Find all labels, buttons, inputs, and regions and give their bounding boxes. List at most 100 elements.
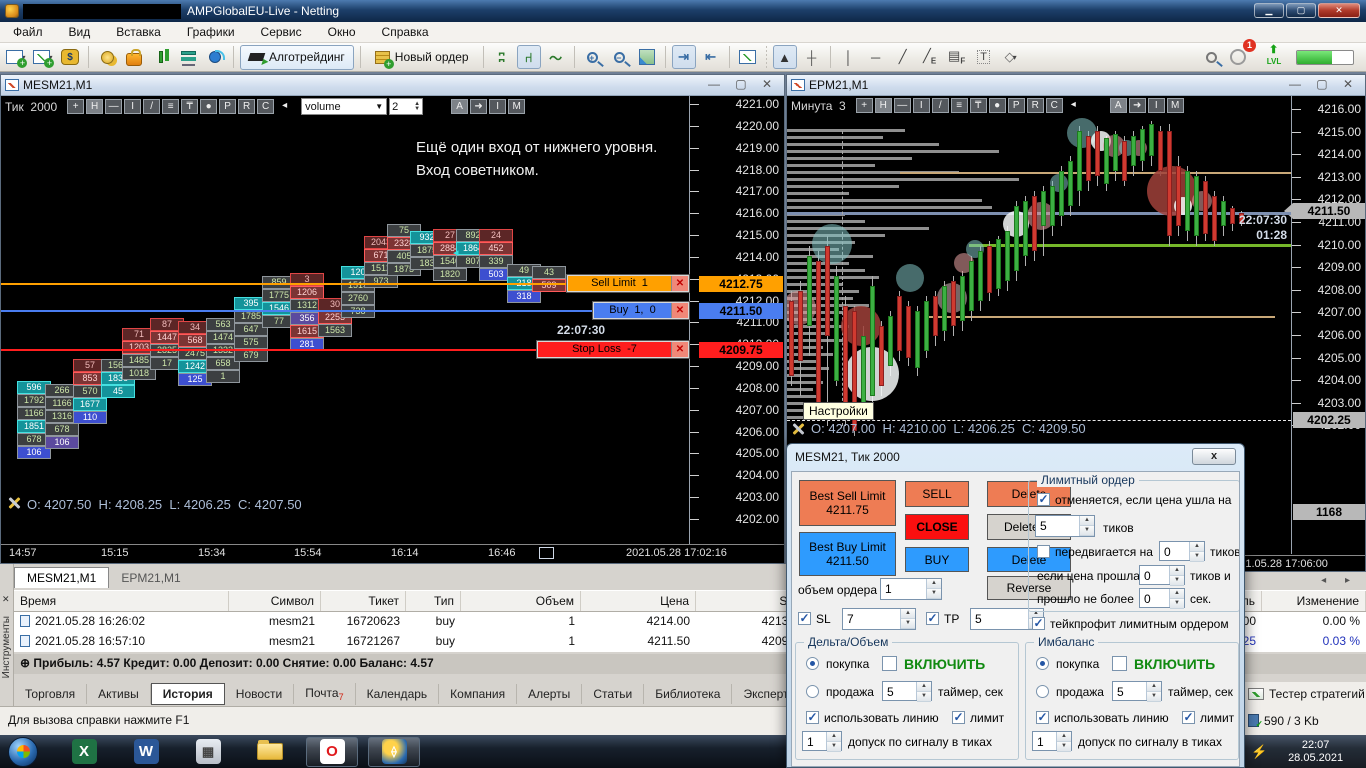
delta-enable-checkbox[interactable] — [882, 656, 897, 671]
chart-tool-R[interactable]: R — [238, 99, 256, 114]
close-position-button[interactable]: CLOSE — [905, 514, 969, 540]
server-icon[interactable] — [176, 45, 200, 69]
order-volume-stepper[interactable]: 1 ▲ ▼ — [880, 578, 942, 600]
chart-tool-P[interactable]: P — [219, 99, 237, 114]
column-header-Изменение[interactable]: Изменение — [1262, 591, 1366, 611]
sell-limit-tag[interactable]: Sell Limit 1 ✕ — [566, 274, 690, 294]
tab-Компания[interactable]: Компания — [439, 684, 518, 704]
taskbar-explorer[interactable] — [244, 737, 296, 767]
taskbar-calculator[interactable]: ▦ — [182, 737, 234, 767]
taskbar-word[interactable]: W — [120, 737, 172, 767]
delta-buy-radio[interactable] — [806, 657, 819, 670]
scroll-back-icon[interactable]: ⇤ — [699, 45, 723, 69]
chart-tool-—[interactable]: — — [893, 98, 911, 113]
chart-tool-●[interactable]: ● — [988, 98, 1006, 113]
chart-mode-➜[interactable]: ➜ — [470, 99, 488, 114]
toolbar-collapse-icon[interactable]: ◂ — [276, 99, 293, 114]
tab-История[interactable]: История — [150, 683, 225, 705]
imbalance-sell-radio[interactable] — [1036, 685, 1049, 698]
max-seconds-stepper[interactable]: 0 ▲ ▼ — [1139, 588, 1185, 609]
new-order-button[interactable]: Новый ордер — [367, 45, 477, 70]
shapes-tool-icon[interactable]: ◇ ▾ — [999, 45, 1023, 69]
tp-checkbox[interactable]: ✓ — [926, 612, 939, 625]
tab-Алерты[interactable]: Алерты — [517, 684, 583, 704]
tab-Календарь[interactable]: Календарь — [356, 684, 440, 704]
imbalance-buy-radio[interactable] — [1036, 657, 1049, 670]
chart-tool-H[interactable]: H — [874, 98, 892, 113]
sell-limit-cancel-icon[interactable]: ✕ — [671, 276, 688, 292]
chart-mode-A[interactable]: A — [451, 99, 469, 114]
tab-Почта[interactable]: Почта7 — [294, 683, 356, 705]
chart-window-title-bar[interactable]: MESM21,M1 — ▢ ✕ — [1, 75, 784, 96]
chart-tool-+[interactable]: + — [67, 99, 85, 114]
strategy-tester-tab[interactable]: Тестер стратегий — [1244, 682, 1366, 706]
menu-item-Вставка[interactable]: Вставка — [103, 23, 174, 41]
buy-position-tag[interactable]: Buy 1, 0 ✕ — [592, 301, 690, 321]
menu-item-Файл[interactable]: Файл — [0, 23, 56, 41]
chart-mode-M[interactable]: M — [508, 99, 526, 114]
taskbar-excel[interactable]: X — [58, 737, 110, 767]
candles-chart-type-icon[interactable]: ⑁ — [516, 45, 541, 69]
new-chart-icon[interactable]: + ▾ — [4, 45, 28, 69]
quote-window-icon[interactable]: $ — [58, 45, 82, 69]
chart-settings-icon[interactable] — [7, 496, 21, 510]
sell-button[interactable]: SELL — [905, 481, 969, 507]
chart-mode-➜[interactable]: ➜ — [1128, 98, 1146, 113]
buy-button[interactable]: BUY — [905, 547, 969, 572]
chart-tool-C[interactable]: C — [257, 99, 275, 114]
maximize-button[interactable]: ▢ — [1286, 3, 1316, 18]
search-icon[interactable] — [1199, 45, 1223, 69]
menu-item-Сервис[interactable]: Сервис — [248, 23, 315, 41]
fibonacci-tool-icon[interactable]: ▤F — [945, 45, 969, 69]
chart-tab-EPM21,M1[interactable]: EPM21,M1 — [109, 568, 192, 588]
column-header-Тип[interactable]: Тип — [406, 591, 461, 611]
horizontal-line-tool-icon[interactable]: ─ — [864, 45, 888, 69]
delta-limit-checkbox[interactable]: ✓ — [952, 711, 965, 724]
move-ticks-stepper[interactable]: 0 ▲ ▼ — [1159, 541, 1205, 562]
chart-tool-+[interactable]: + — [855, 98, 873, 113]
tab-Статьи[interactable]: Статьи — [582, 684, 645, 704]
sl-stepper[interactable]: 7 ▲ ▼ — [842, 608, 916, 630]
scroll-to-end-icon[interactable]: ⇥ — [671, 45, 696, 69]
chart-tool-I[interactable]: I — [912, 98, 930, 113]
chart-profile-icon[interactable]: + ▾ — [31, 45, 55, 69]
menu-item-Окно[interactable]: Окно — [315, 23, 369, 41]
best-buy-limit-button[interactable]: Best Buy Limit 4211.50 — [799, 532, 896, 576]
time-axis-checkbox[interactable] — [539, 547, 554, 559]
chart-tool-≡[interactable]: ≡ — [950, 98, 968, 113]
chart-mode-M[interactable]: M — [1166, 98, 1184, 113]
volume-indicator-select[interactable]: volume ▼ — [301, 98, 388, 115]
sl-checkbox[interactable]: ✓ — [798, 612, 811, 625]
chart-tab-MESM21,M1[interactable]: MESM21,M1 — [14, 567, 110, 588]
column-header-Объем[interactable]: Объем — [461, 591, 581, 611]
auto-fit-icon[interactable] — [635, 45, 659, 69]
chart-tool-P[interactable]: P — [1007, 98, 1025, 113]
imbalance-useline-checkbox[interactable]: ✓ — [1036, 711, 1049, 724]
imbalance-limit-checkbox[interactable]: ✓ — [1182, 711, 1195, 724]
coins-icon[interactable] — [95, 45, 119, 69]
taskbar-opera[interactable]: O — [306, 736, 358, 767]
chart-tool-₸[interactable]: ₸ — [969, 98, 987, 113]
stop-loss-cancel-icon[interactable]: ✕ — [671, 341, 688, 357]
menu-item-Графики[interactable]: Графики — [174, 23, 248, 41]
takeprofit-limit-checkbox[interactable]: ✓ — [1032, 617, 1045, 630]
table-scrollbar[interactable]: ◂ ▸ — [1244, 572, 1366, 590]
market-icon[interactable] — [122, 45, 146, 69]
cursor-tool-icon[interactable]: ▲ — [772, 45, 797, 69]
chart-settings-icon[interactable] — [791, 422, 805, 436]
tab-Активы[interactable]: Активы — [87, 684, 151, 704]
system-tray[interactable]: ⚡ 22:07 28.05.2021 — [1244, 735, 1366, 768]
delta-sell-radio[interactable] — [806, 685, 819, 698]
stop-loss-tag[interactable]: Stop Loss -7 ✕ — [536, 339, 690, 359]
chart-window-controls[interactable]: — ▢ ✕ — [708, 77, 778, 91]
passed-ticks-stepper[interactable]: 0 ▲ ▼ — [1139, 565, 1185, 586]
move-order-checkbox[interactable] — [1037, 545, 1050, 558]
line-chart-type-icon[interactable]: 〜 — [544, 45, 568, 69]
chart-tool-/[interactable]: / — [143, 99, 161, 114]
taskbar-trading-terminal[interactable]: ⟠ — [368, 736, 420, 767]
chart-tool-H[interactable]: H — [86, 99, 104, 114]
dialog-close-button[interactable]: x — [1192, 448, 1236, 465]
chart-tool-≡[interactable]: ≡ — [162, 99, 180, 114]
column-header-Время[interactable]: Время — [14, 591, 229, 611]
equidistant-channel-tool-icon[interactable]: ╱E — [918, 45, 942, 69]
